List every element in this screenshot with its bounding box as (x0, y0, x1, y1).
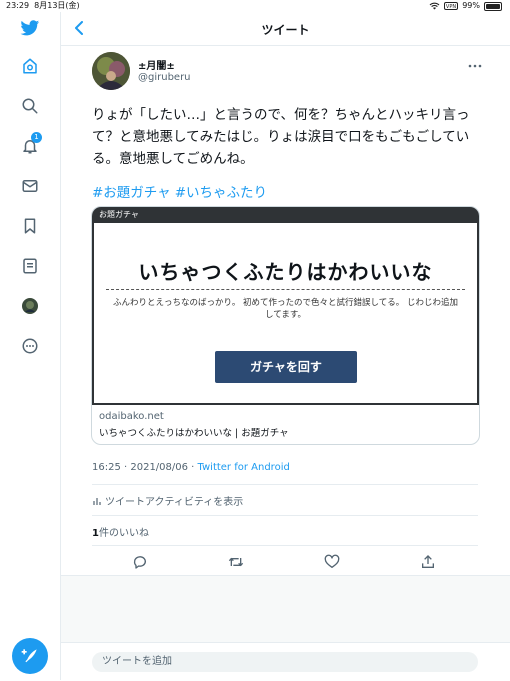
bookmark-icon[interactable] (16, 212, 44, 240)
compose-tweet-button[interactable] (12, 638, 48, 674)
card-domain: odaibako.net (99, 411, 164, 422)
divider (92, 515, 478, 516)
bar-chart-icon (93, 497, 101, 505)
like-button[interactable] (323, 553, 341, 571)
tweet-activity-link[interactable]: ツイートアクティビティを表示 (92, 493, 243, 508)
card-label: お題ガチャ (99, 210, 139, 219)
sidebar: 1 (0, 12, 61, 680)
share-icon (422, 555, 434, 568)
author-avatar[interactable] (92, 52, 130, 90)
lists-icon[interactable] (16, 252, 44, 280)
status-right: VPN 99% (429, 0, 502, 12)
card-image: いちゃつくふたりはかわいいな ふんわりとえっちなのばっかり。 初めて作ったので色… (92, 223, 479, 405)
retweet-icon (228, 557, 244, 567)
battery-fill (486, 3, 500, 9)
status-time-date: 23:29 8月13日(金) (6, 0, 80, 12)
reply-bar: ツイートを追加 (61, 642, 510, 681)
reply-button[interactable] (131, 553, 149, 571)
hashtag-link[interactable]: #お題ガチャ (92, 185, 171, 201)
heart-icon (324, 554, 340, 568)
divider (92, 484, 478, 485)
twitter-logo-icon[interactable] (16, 14, 44, 42)
hashtag-link[interactable]: #いちゃふたり (175, 185, 267, 201)
notifications-badge: 1 (31, 132, 42, 143)
more-circle-icon[interactable] (16, 332, 44, 360)
ellipsis-icon (468, 64, 482, 68)
retweet-button[interactable] (227, 553, 245, 571)
header: ツイート (61, 12, 510, 46)
likes-label: 件のいいね (98, 528, 149, 539)
card-label-bar: お題ガチャ (92, 207, 479, 223)
reply-icon (133, 556, 146, 569)
tweet-source[interactable]: Twitter for Android (198, 462, 290, 473)
wifi-icon (429, 2, 440, 10)
card-title: いちゃつくふたりはかわいいな | お題ガチャ (99, 428, 289, 439)
notifications-icon[interactable]: 1 (16, 132, 44, 160)
home-icon[interactable] (16, 52, 44, 80)
page-title: ツイート (261, 23, 310, 37)
gacha-button[interactable]: ガチャを回す (215, 351, 357, 383)
svg-text:VPN: VPN (446, 4, 456, 10)
likes-number: 1 (92, 528, 99, 539)
search-icon[interactable] (16, 92, 44, 120)
status-date: 8月13日(金) (34, 1, 80, 10)
vpn-icon: VPN (444, 2, 459, 10)
status-time: 23:29 (6, 1, 30, 10)
battery-icon (484, 1, 502, 11)
tweet-more-button[interactable] (465, 60, 485, 72)
author-handle[interactable]: @giruberu (138, 72, 191, 83)
tweet-timestamp[interactable]: 16:25 · 2021/08/06 · (92, 462, 198, 473)
card-heading: いちゃつくふたりはかわいいな (138, 260, 433, 284)
tweet-hashtags: #お題ガチャ #いちゃふたり (92, 181, 271, 201)
status-bar: 23:29 8月13日(金) VPN 99% (0, 0, 510, 12)
tweet-meta: 16:25 · 2021/08/06 · Twitter for Android (92, 462, 290, 473)
card-dashed-divider (106, 289, 465, 290)
main-column: ツイート ±月闇± @giruberu りょが「したい…」と言うので、何を？ちゃ… (61, 12, 510, 681)
link-card[interactable]: お題ガチャ いちゃつくふたりはかわいいな ふんわりとえっちなのばっかり。 初めて… (91, 206, 480, 445)
likes-count[interactable]: 1件のいいね (92, 524, 149, 539)
tweet-text: りょが「したい…」と言うので、何を？ちゃんとハッキリ言って？と意地悪してみたはじ… (92, 107, 470, 167)
profile-avatar-icon[interactable] (16, 292, 44, 320)
divider (92, 545, 478, 546)
author-display-name[interactable]: ±月闇± (138, 57, 175, 72)
feather-plus-icon (21, 649, 37, 663)
share-button[interactable] (419, 553, 437, 571)
card-description: ふんわりとえっちなのばっかり。 初めて作ったので色々と試行錯誤してる。 じわじわ… (113, 298, 458, 320)
messages-icon[interactable] (16, 172, 44, 200)
battery-percent: 99% (462, 1, 480, 10)
reply-input[interactable]: ツイートを追加 (92, 652, 478, 672)
tweet-activity-label: ツイートアクティビティを表示 (105, 497, 244, 508)
